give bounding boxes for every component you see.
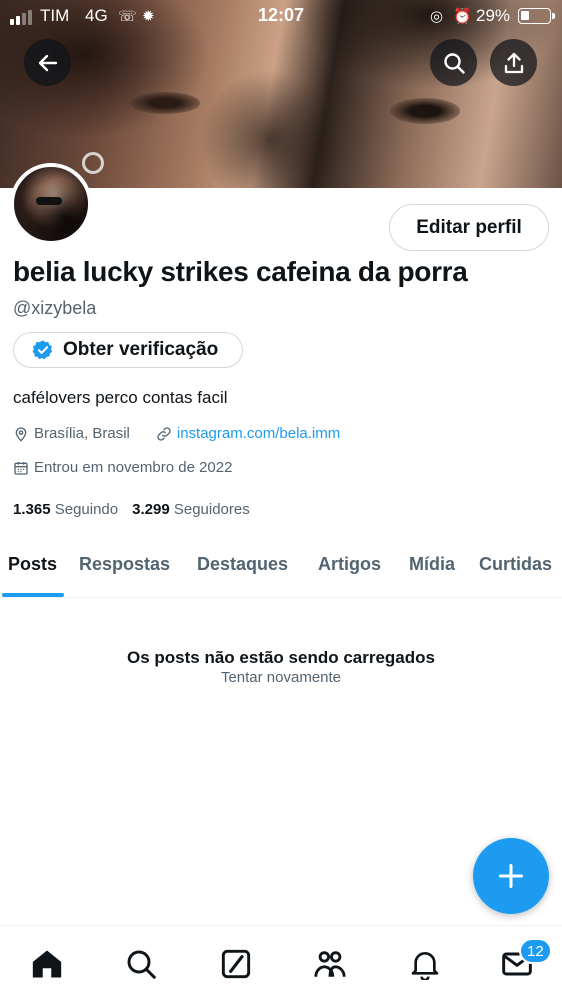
tab-media[interactable]: Mídia — [409, 554, 455, 575]
followers-count: 3.299 — [132, 501, 170, 518]
following-link[interactable]: 1.365 Seguindo — [13, 501, 118, 518]
tab-replies[interactable]: Respostas — [79, 554, 170, 575]
bottom-nav — [0, 925, 562, 1000]
nav-home[interactable] — [27, 944, 67, 984]
profile-tabs: Posts Respostas Destaques Artigos Mídia … — [0, 540, 562, 598]
following-label: Seguindo — [54, 501, 119, 518]
retry-link[interactable]: Tentar novamente — [0, 669, 562, 686]
follow-stats: 1.365 Seguindo 3.299 Seguidores — [13, 501, 250, 518]
communities-icon — [314, 951, 346, 977]
share-button[interactable] — [490, 39, 537, 86]
handle: @xizybela — [13, 298, 97, 318]
back-button[interactable] — [24, 39, 71, 86]
nav-grok[interactable] — [216, 944, 256, 984]
alarm-icon: ⏰ — [453, 8, 472, 25]
compose-post-button[interactable] — [473, 838, 549, 914]
plus-icon — [498, 863, 524, 889]
tab-likes[interactable]: Curtidas — [479, 554, 552, 575]
display-name: belia lucky strikes cafeina da porra — [13, 256, 468, 287]
get-verified-button[interactable]: Obter verificação — [13, 332, 243, 368]
followers-link[interactable]: 3.299 Seguidores — [132, 501, 250, 518]
battery-percent: 29% — [476, 6, 511, 25]
link-icon — [157, 426, 171, 441]
profile-meta-row: Brasília, Brasil instagram.com/bela.imm — [13, 425, 340, 442]
messages-badge: 12 — [519, 938, 552, 964]
location-text: Brasília, Brasil — [34, 425, 130, 442]
edit-profile-button[interactable]: Editar perfil — [389, 204, 549, 251]
avatar[interactable] — [10, 163, 92, 245]
tab-posts[interactable]: Posts — [8, 554, 57, 575]
profile-link[interactable]: instagram.com/bela.imm — [177, 425, 340, 442]
empty-state-title: Os posts não estão sendo carregados — [127, 648, 435, 667]
calendar-icon — [14, 461, 28, 475]
active-tab-indicator — [2, 593, 64, 597]
nav-notifications[interactable] — [405, 944, 445, 984]
bio: cafélovers perco contas facil — [13, 388, 228, 407]
followers-label: Seguidores — [173, 501, 250, 518]
location-icon — [15, 426, 27, 442]
tab-highlights[interactable]: Destaques — [197, 554, 288, 575]
get-verified-label: Obter verificação — [63, 339, 219, 360]
share-icon — [504, 52, 523, 73]
joined-text: Entrou em novembro de 2022 — [34, 459, 233, 476]
nav-search[interactable] — [121, 944, 161, 984]
search-button[interactable] — [430, 39, 477, 86]
orientation-lock-icon: ◎ — [430, 8, 444, 25]
grok-icon — [221, 949, 251, 979]
joined-row: Entrou em novembro de 2022 — [13, 459, 232, 476]
notifications-icon — [411, 952, 439, 980]
status-bar: TIM 4G ☏ ✹ 12:07 ◎ ⏰ 29% — [0, 0, 562, 32]
verified-badge-icon — [32, 340, 53, 360]
following-count: 1.365 — [13, 501, 51, 518]
tab-articles[interactable]: Artigos — [318, 554, 381, 575]
nav-communities[interactable] — [310, 944, 350, 984]
search-icon — [443, 52, 465, 74]
arrow-left-icon — [38, 54, 57, 71]
battery-icon — [518, 8, 555, 24]
search-icon — [127, 950, 156, 979]
home-icon — [32, 950, 62, 978]
